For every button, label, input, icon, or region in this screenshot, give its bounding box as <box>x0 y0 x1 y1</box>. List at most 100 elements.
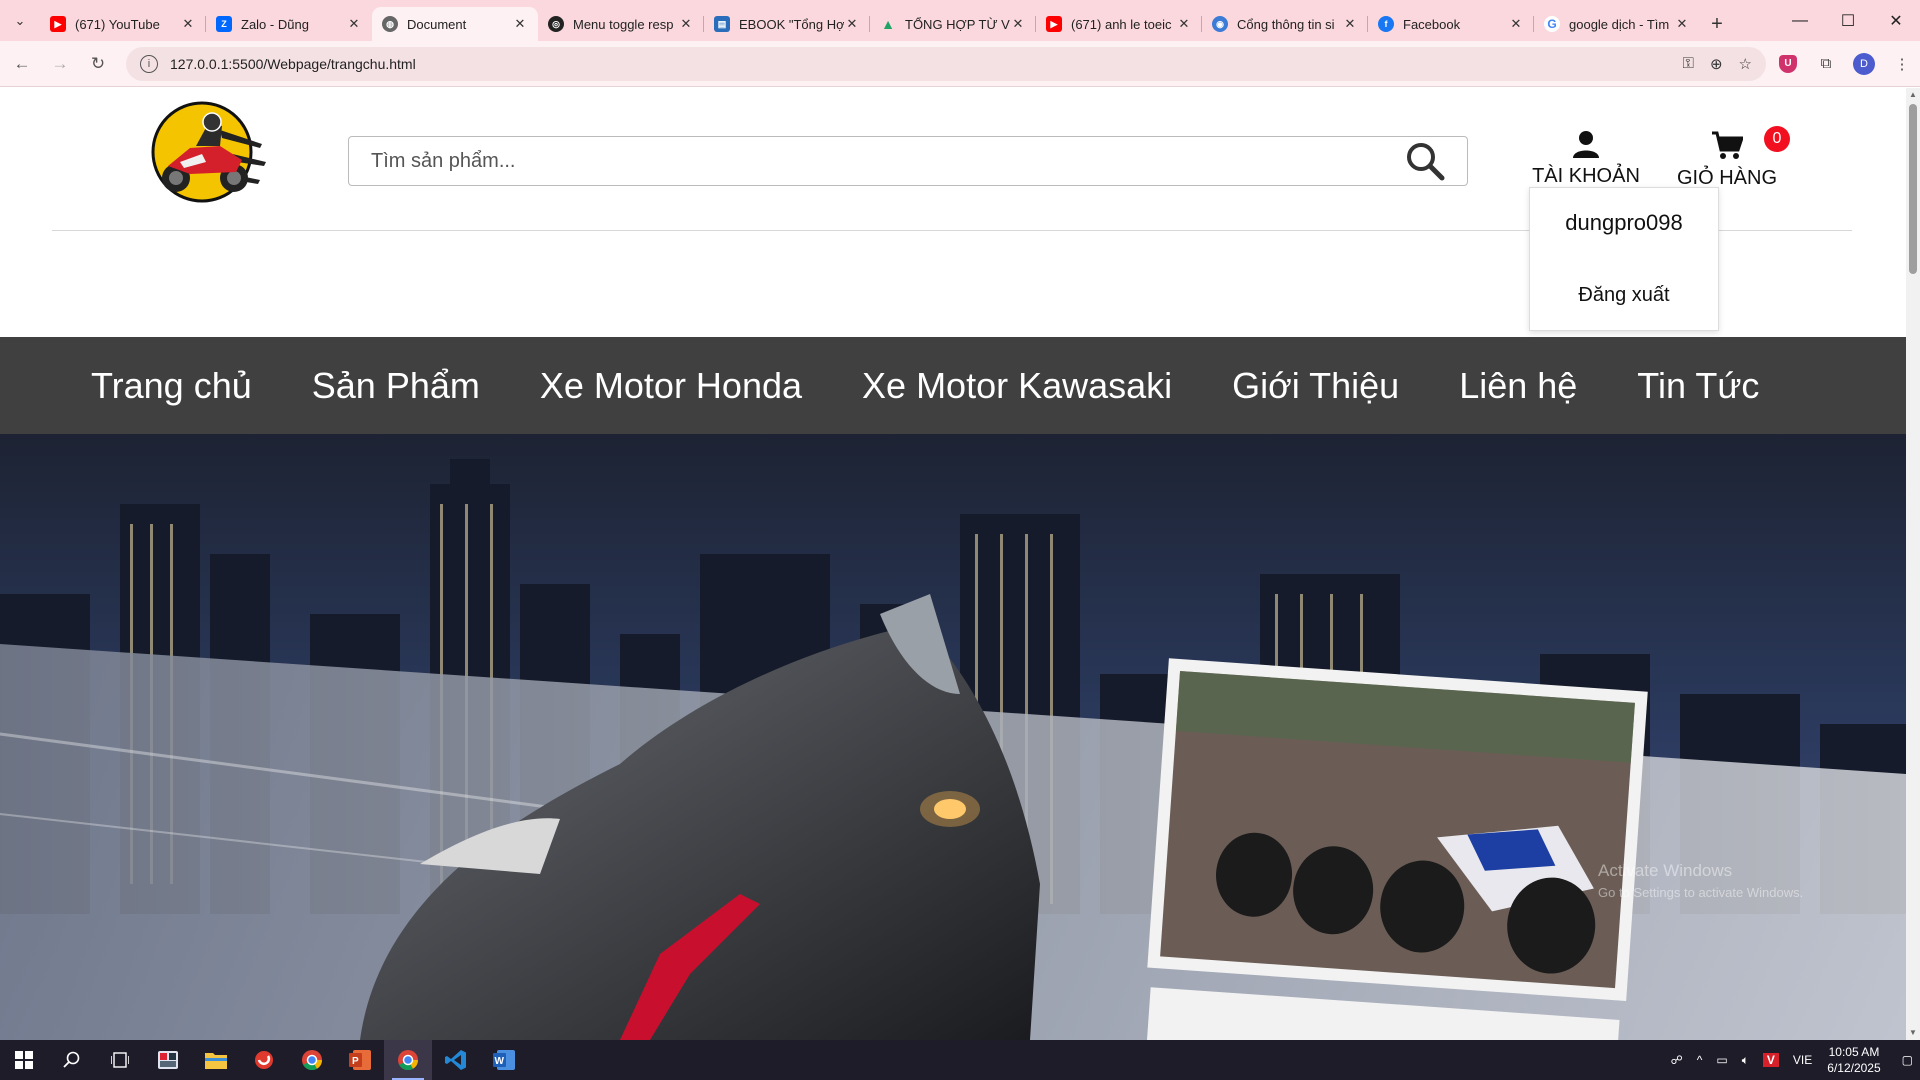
tab-label: EBOOK "Tổng Hợ <box>739 16 844 32</box>
tab-label: Cổng thông tin si <box>1237 16 1335 32</box>
zalo-icon: Z <box>216 16 232 32</box>
close-icon[interactable]: ✕ <box>1342 16 1358 32</box>
clock-time: 10:05 AM <box>1828 1045 1880 1059</box>
page-scrollbar[interactable]: ▲ ▼ <box>1906 88 1920 1040</box>
tab-zalo[interactable]: Z Zalo - Dũng ✕ <box>206 7 372 41</box>
tab-label: (671) YouTube <box>75 16 160 32</box>
show-hidden-icons-chevron-icon[interactable]: ^ <box>1697 1053 1703 1067</box>
address-bar[interactable]: i 127.0.0.1:5500/Webpage/trangchu.html ⚿… <box>126 46 1766 81</box>
nav-news[interactable]: Tin Tức <box>1637 365 1759 407</box>
file-explorer-icon[interactable] <box>192 1040 240 1080</box>
tab-document[interactable]: ◍ Document ✕ <box>372 7 538 41</box>
unikey-icon[interactable]: V <box>1762 1053 1779 1067</box>
close-icon[interactable]: ✕ <box>512 16 528 32</box>
bookmark-star-icon[interactable]: ☆ <box>1739 55 1752 73</box>
shopping-cart-icon <box>1712 131 1745 159</box>
nav-contact[interactable]: Liên hệ <box>1459 365 1577 407</box>
google-icon: G <box>1544 16 1560 32</box>
tab-youtube[interactable]: ▶ (671) YouTube ✕ <box>40 7 206 41</box>
word-icon[interactable]: W <box>480 1040 528 1080</box>
close-icon[interactable]: ✕ <box>1010 16 1026 32</box>
tab-facebook[interactable]: f Facebook ✕ <box>1368 7 1534 41</box>
nav-products[interactable]: Sản Phẩm <box>312 365 480 407</box>
google-drive-icon: ▲ <box>881 16 895 32</box>
account-dropdown: dungpro098 Đăng xuất <box>1529 187 1719 331</box>
close-icon[interactable]: ✕ <box>1176 16 1192 32</box>
main-navigation: Trang chủ Sản Phẩm Xe Motor Honda Xe Mot… <box>0 337 1906 434</box>
minimize-icon[interactable]: — <box>1776 0 1824 41</box>
zoom-icon[interactable]: ⊕ <box>1710 55 1723 73</box>
chrome-icon[interactable] <box>288 1040 336 1080</box>
extensions-puzzle-icon[interactable]: ⧉ <box>1810 48 1842 80</box>
facebook-icon: f <box>1378 16 1394 32</box>
clock-date: 6/12/2025 <box>1827 1061 1881 1075</box>
dropdown-username[interactable]: dungpro098 <box>1530 210 1718 236</box>
search-icon[interactable] <box>1405 141 1445 181</box>
svg-text:W: W <box>495 1056 505 1067</box>
language-indicator[interactable]: VIE <box>1793 1053 1812 1067</box>
logout-link[interactable]: Đăng xuất <box>1530 284 1718 307</box>
browser-toolbar: ← → ↻ i 127.0.0.1:5500/Webpage/trangchu.… <box>0 41 1920 87</box>
tab-portal[interactable]: ◉ Cổng thông tin si ✕ <box>1202 7 1368 41</box>
window-controls: — ☐ ✕ <box>1776 0 1920 41</box>
back-icon[interactable]: ← <box>6 48 38 80</box>
clock[interactable]: 10:05 AM 6/12/2025 <box>1827 1044 1880 1076</box>
youtube-icon: ▶ <box>50 16 66 32</box>
maximize-icon[interactable]: ☐ <box>1824 0 1872 41</box>
scroll-up-icon[interactable]: ▲ <box>1906 88 1920 102</box>
tab-label: Menu toggle resp <box>573 16 674 32</box>
globe-icon: ◍ <box>382 16 398 32</box>
tab-label: Document <box>407 16 467 32</box>
tab-youtube-toeic[interactable]: ▶ (671) anh le toeic ✕ <box>1036 7 1202 41</box>
url-text[interactable]: 127.0.0.1:5500/Webpage/trangchu.html <box>170 56 1667 72</box>
site-info-icon[interactable]: i <box>140 54 158 73</box>
task-view-icon[interactable] <box>96 1040 144 1080</box>
nav-kawasaki[interactable]: Xe Motor Kawasaki <box>862 365 1172 407</box>
taskbar-search-icon[interactable] <box>48 1040 96 1080</box>
people-icon[interactable]: ☍ <box>1671 1053 1683 1067</box>
watermark-subtitle: Go to Settings to activate Windows. <box>1598 885 1804 900</box>
tab-search-button[interactable]: ⌄ <box>0 0 40 41</box>
close-icon[interactable]: ✕ <box>1674 16 1690 32</box>
tab-codepen[interactable]: ◎ Menu toggle resp ✕ <box>538 7 704 41</box>
tab-google-translate[interactable]: G google dịch - Tìm ✕ <box>1534 7 1700 41</box>
search-input[interactable] <box>371 149 1405 173</box>
volume-icon[interactable]: 🔈︎ <box>1742 1053 1749 1068</box>
tab-google-drive[interactable]: ▲ TỔNG HỢP TỪ VỰ ✕ <box>870 7 1036 41</box>
close-icon[interactable]: ✕ <box>346 16 362 32</box>
close-icon[interactable]: ✕ <box>1508 16 1524 32</box>
chrome-active-icon[interactable] <box>384 1040 432 1080</box>
reload-icon[interactable]: ↻ <box>82 48 114 80</box>
account-label: TÀI KHOẢN <box>1532 165 1640 187</box>
password-key-icon[interactable]: ⚿ <box>1683 55 1694 72</box>
app-widget-icon[interactable] <box>144 1040 192 1080</box>
site-logo[interactable] <box>150 100 268 208</box>
windows-start-icon[interactable] <box>0 1040 48 1080</box>
profile-avatar[interactable]: D <box>1848 48 1880 80</box>
nav-home[interactable]: Trang chủ <box>91 365 252 407</box>
new-tab-button[interactable]: + <box>1700 7 1734 41</box>
nav-about[interactable]: Giới Thiệu <box>1232 365 1399 407</box>
close-icon[interactable]: ✕ <box>678 16 694 32</box>
notification-center-icon[interactable]: ▢ <box>1902 1053 1913 1067</box>
forward-icon[interactable]: → <box>44 48 76 80</box>
garena-icon[interactable] <box>240 1040 288 1080</box>
portal-icon: ◉ <box>1212 16 1228 32</box>
scrollbar-thumb[interactable] <box>1909 104 1917 274</box>
menu-kebab-icon[interactable]: ⋮ <box>1886 48 1918 80</box>
powerpoint-icon[interactable]: P <box>336 1040 384 1080</box>
account-button[interactable]: TÀI KHOẢN <box>1528 130 1644 188</box>
scroll-down-icon[interactable]: ▼ <box>1906 1026 1920 1040</box>
network-icon[interactable]: ▭ <box>1716 1053 1727 1067</box>
close-icon[interactable]: ✕ <box>844 16 860 32</box>
tab-ebook[interactable]: ▤ EBOOK "Tổng Hợ ✕ <box>704 7 870 41</box>
close-icon[interactable]: ✕ <box>180 16 196 32</box>
windows-taskbar: P W ☍ ^ ▭ 🔈︎ V VIE 10:05 AM 6/12/2025 ▢ <box>0 1040 1920 1080</box>
svg-text:P: P <box>352 1056 359 1067</box>
nav-honda[interactable]: Xe Motor Honda <box>540 365 802 407</box>
ublock-extension-icon[interactable]: U <box>1772 48 1804 80</box>
tab-label: google dịch - Tìm <box>1569 16 1670 32</box>
vscode-icon[interactable] <box>432 1040 480 1080</box>
close-window-icon[interactable]: ✕ <box>1872 0 1920 41</box>
ebook-icon: ▤ <box>714 16 730 32</box>
